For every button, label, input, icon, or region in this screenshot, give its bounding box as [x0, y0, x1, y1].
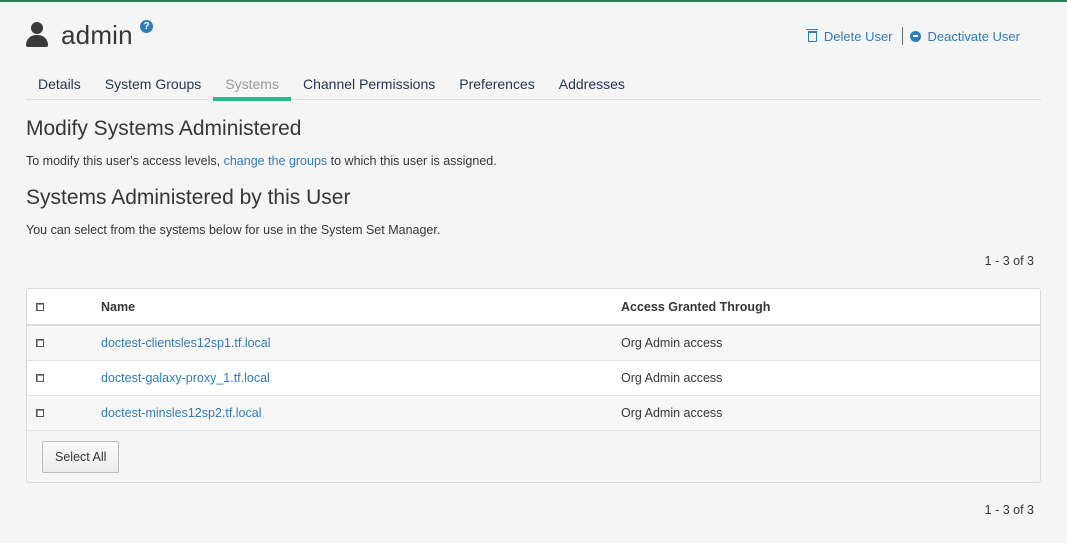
delete-user-label: Delete User — [823, 28, 893, 44]
system-link[interactable]: doctest-minsles12sp2.tf.local — [101, 406, 262, 420]
delete-user-button[interactable]: Delete User — [805, 28, 893, 44]
page-title: admin — [61, 19, 133, 50]
modify-description: To modify this user's access levels, cha… — [26, 154, 497, 168]
administered-description: You can select from the systems below fo… — [26, 223, 441, 237]
actions-divider — [901, 27, 903, 45]
tab-system-groups[interactable]: System Groups — [93, 70, 213, 100]
tab-systems[interactable]: Systems — [213, 70, 291, 101]
minus-circle-icon — [909, 30, 921, 42]
deactivate-user-button[interactable]: Deactivate User — [909, 28, 1020, 44]
table-row: doctest-galaxy-proxy_1.tf.local Org Admi… — [27, 360, 1040, 395]
user-tabs: Details System Groups Systems Channel Pe… — [26, 70, 1041, 101]
pagination-top: 1 - 3 of 3 — [984, 254, 1034, 268]
system-link[interactable]: doctest-clientsles12sp1.tf.local — [101, 336, 271, 350]
column-header-name[interactable]: Name — [101, 289, 621, 325]
table-row: doctest-clientsles12sp1.tf.local Org Adm… — [27, 325, 1040, 360]
table-footer: Select All — [27, 431, 1040, 483]
access-cell: Org Admin access — [621, 335, 723, 350]
user-icon — [26, 22, 48, 48]
access-cell: Org Admin access — [621, 370, 723, 385]
tab-preferences[interactable]: Preferences — [447, 70, 546, 100]
table-row: doctest-minsles12sp2.tf.local Org Admin … — [27, 395, 1040, 430]
row-checkbox[interactable] — [36, 339, 44, 348]
systems-table: Name Access Granted Through doctest-clie… — [27, 289, 1040, 431]
deactivate-user-label: Deactivate User — [927, 28, 1020, 44]
tab-details[interactable]: Details — [26, 70, 93, 100]
change-groups-link[interactable]: change the groups — [224, 154, 328, 168]
administered-heading: Systems Administered by this User — [26, 186, 351, 209]
system-link[interactable]: doctest-galaxy-proxy_1.tf.local — [101, 371, 270, 385]
access-cell: Org Admin access — [621, 405, 723, 420]
row-checkbox[interactable] — [36, 409, 44, 418]
select-all-checkbox[interactable] — [36, 303, 44, 312]
modify-heading: Modify Systems Administered — [26, 117, 302, 140]
trash-icon — [805, 28, 818, 42]
help-icon[interactable]: ? — [140, 20, 153, 33]
page-header: admin ? — [26, 18, 153, 52]
modify-text-before: To modify this user's access levels, — [26, 154, 224, 168]
systems-panel: Name Access Granted Through doctest-clie… — [26, 288, 1041, 483]
table-header-row: Name Access Granted Through — [27, 289, 1040, 325]
tab-channel-permissions[interactable]: Channel Permissions — [291, 70, 447, 100]
select-all-button[interactable]: Select All — [42, 440, 120, 473]
modify-text-after: to which this user is assigned. — [327, 154, 497, 168]
user-actions: Delete User Deactivate User — [805, 27, 1020, 45]
row-checkbox[interactable] — [36, 374, 44, 383]
tab-addresses[interactable]: Addresses — [547, 70, 637, 100]
pagination-bottom: 1 - 3 of 3 — [984, 503, 1034, 517]
column-header-access: Access Granted Through — [621, 299, 771, 314]
